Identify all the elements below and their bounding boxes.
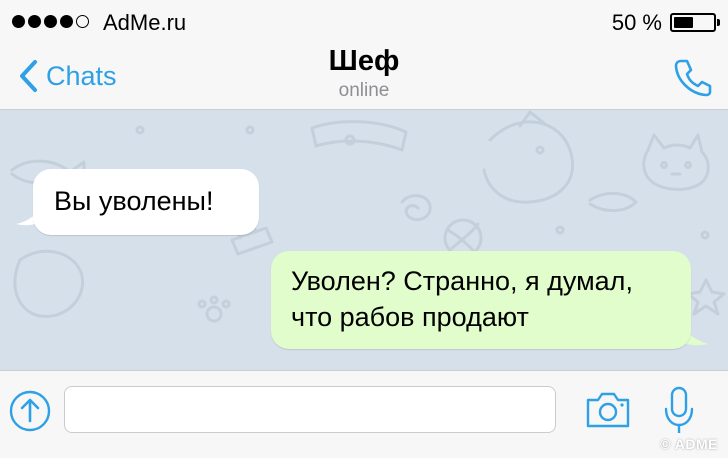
battery-level: [674, 17, 693, 28]
call-button[interactable]: [672, 56, 714, 98]
outgoing-message-line: Уволен? Странно, я думал,: [291, 266, 633, 296]
signal-dot: [76, 15, 89, 28]
incoming-message-text: Вы уволены!: [54, 186, 214, 216]
camera-icon: [586, 392, 630, 428]
arrow-up-circle-icon: [9, 390, 51, 432]
microphone-icon: [664, 386, 694, 433]
nav-bar: Chats Шеф online: [0, 44, 728, 110]
outgoing-message-line: что рабов продают: [291, 302, 529, 332]
microphone-button[interactable]: [662, 385, 696, 437]
chat-area: Вы уволены! Уволен? Странно, я думал, чт…: [0, 110, 728, 370]
signal-dot: [60, 15, 73, 28]
camera-button[interactable]: [584, 390, 632, 430]
incoming-message-bubble: Вы уволены!: [33, 169, 259, 235]
outgoing-message-bubble: Уволен? Странно, я думал, что рабов прод…: [271, 251, 691, 349]
battery-icon: [670, 13, 720, 32]
signal-strength-icon: [12, 15, 89, 28]
chat-status: online: [338, 80, 390, 101]
watermark: © ADME: [660, 436, 718, 452]
chat-title: Шеф: [328, 45, 400, 77]
message-input[interactable]: [64, 386, 556, 433]
phone-icon: [674, 59, 712, 97]
input-bar: © ADME: [0, 370, 728, 458]
battery-percentage: 50 %: [611, 10, 662, 35]
signal-dot: [12, 15, 25, 28]
signal-dot: [44, 15, 57, 28]
status-bar: AdMe.ru 50 %: [0, 0, 728, 44]
attach-button[interactable]: [8, 389, 52, 433]
carrier-name: AdMe.ru: [103, 10, 187, 35]
signal-dot: [28, 15, 41, 28]
